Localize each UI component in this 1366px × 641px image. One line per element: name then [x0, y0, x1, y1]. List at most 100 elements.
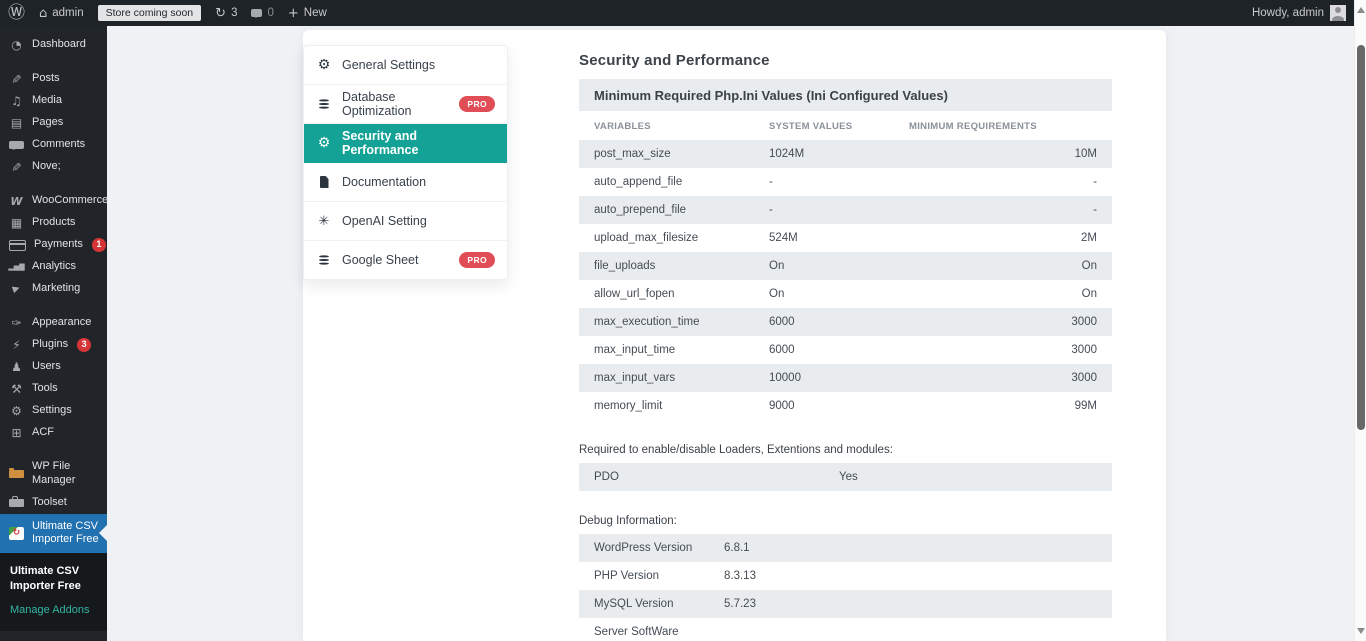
settings-tab[interactable]: OpenAI Setting	[304, 202, 507, 241]
sidebar-item-label: Products	[32, 216, 75, 230]
system-value: -	[769, 204, 909, 216]
wp-logo-menu[interactable]: Ⓦ	[8, 5, 25, 22]
debug-key: Server SoftWare	[594, 626, 724, 638]
table-row: max_input_time 6000 3000	[579, 336, 1112, 364]
sidebar-item[interactable]: Appearance	[0, 312, 107, 334]
settings-tabs: General Settings Database Optimization P…	[303, 45, 508, 280]
tab-label: General Settings	[342, 58, 435, 72]
wordpress-logo-icon: Ⓦ	[8, 5, 25, 22]
home-icon: ⌂	[39, 7, 47, 20]
comments-menu[interactable]: 0	[251, 7, 273, 19]
settings-tab[interactable]: Google Sheet PRO	[304, 241, 507, 279]
system-value: 524M	[769, 232, 909, 244]
pro-badge: PRO	[459, 96, 495, 112]
sidebar-item-label: WP File Manager	[32, 460, 101, 488]
sidebar-item-label: Payments	[34, 238, 83, 252]
system-value: 1024M	[769, 148, 909, 160]
tab-label: Google Sheet	[342, 253, 418, 267]
system-value: On	[769, 288, 909, 300]
col-variables: VARIABLES	[594, 121, 769, 132]
debug-key: MySQL Version	[594, 598, 724, 610]
loader-name: PDO	[594, 471, 839, 483]
dashboard-icon	[9, 39, 24, 51]
minimum-requirement: 3000	[909, 316, 1097, 328]
sidebar-item[interactable]: Users	[0, 356, 107, 378]
account-menu[interactable]: Howdy, admin	[1252, 5, 1346, 21]
col-system-values: SYSTEM VALUES	[769, 121, 909, 132]
sidebar-item[interactable]: WP File Manager	[0, 456, 107, 492]
sidebar-item[interactable]: Nove;	[0, 156, 107, 178]
sidebar-item[interactable]: Payments 1	[0, 234, 107, 256]
sidebar-item[interactable]: Pages	[0, 112, 107, 134]
phpini-table: post_max_size 1024M 10M auto_append_file…	[579, 140, 1112, 420]
users-icon	[9, 361, 24, 373]
scroll-up-arrow-icon[interactable]	[1357, 7, 1365, 13]
settings-tab[interactable]: Documentation	[304, 163, 507, 202]
coming-soon-label: Store coming soon	[98, 5, 202, 21]
sidebar-item[interactable]: Posts	[0, 68, 107, 90]
col-minimum-requirements: MINIMUM REQUIREMENTS	[909, 121, 1097, 132]
loaders-table: PDO Yes	[579, 463, 1112, 491]
sidebar-item-label: Analytics	[32, 260, 76, 274]
avatar	[1330, 5, 1346, 21]
sidebar-item[interactable]: Marketing	[0, 278, 107, 300]
page-scrollbar[interactable]	[1354, 0, 1366, 641]
sidebar-item[interactable]: Toolset	[0, 492, 107, 514]
security-performance-content: Security and Performance Minimum Require…	[579, 30, 1112, 641]
tab-label: OpenAI Setting	[342, 214, 427, 228]
debug-value: 8.3.13	[724, 570, 1097, 582]
table-row: upload_max_filesize 524M 2M	[579, 224, 1112, 252]
loader-value: Yes	[839, 471, 1097, 483]
comment-icon	[9, 141, 24, 149]
table-row: allow_url_fopen On On	[579, 280, 1112, 308]
sidebar-item[interactable]: Media	[0, 90, 107, 112]
sidebar-item-label: Ultimate CSV Importer Free	[32, 520, 101, 548]
site-name: admin	[52, 7, 83, 19]
woocommerce-icon	[9, 196, 24, 207]
sidebar-item[interactable]: Comments	[0, 134, 107, 156]
variable-name: auto_prepend_file	[594, 204, 769, 216]
settings-tab[interactable]: Database Optimization PRO	[304, 85, 507, 124]
loaders-section-label: Required to enable/disable Loaders, Exte…	[579, 444, 1112, 456]
site-menu[interactable]: ⌂ admin	[39, 7, 84, 20]
sidebar-menu: Dashboard Posts Media Pages	[0, 34, 107, 553]
sidebar-item[interactable]: ACF	[0, 422, 107, 444]
updates-menu[interactable]: ↻ 3	[215, 7, 237, 20]
variable-name: upload_max_filesize	[594, 232, 769, 244]
sidebar-item[interactable]: Analytics	[0, 256, 107, 278]
database-icon	[316, 103, 332, 105]
coming-soon-badge[interactable]: Store coming soon	[98, 5, 202, 21]
scrollbar-thumb[interactable]	[1357, 45, 1365, 430]
sidebar-item[interactable]: Products	[0, 212, 107, 234]
sidebar-item-label: WooCommerce	[32, 194, 108, 208]
submenu-item-manage-addons[interactable]: Manage Addons	[0, 598, 107, 622]
scroll-down-arrow-icon[interactable]	[1357, 628, 1365, 634]
settings-tab[interactable]: General Settings	[304, 46, 507, 85]
csv-importer-submenu: Ultimate CSV Importer Free Manage Addons	[0, 553, 107, 631]
minimum-requirement: On	[909, 288, 1097, 300]
sidebar-item[interactable]: Dashboard	[0, 34, 107, 56]
comment-bubble-icon	[251, 9, 262, 17]
comments-count: 0	[267, 7, 273, 19]
media-icon	[9, 95, 24, 107]
system-value: 6000	[769, 344, 909, 356]
settings-icon	[9, 405, 24, 417]
table-row: max_execution_time 6000 3000	[579, 308, 1112, 336]
variable-name: max_input_vars	[594, 372, 769, 384]
new-content-menu[interactable]: + New	[288, 7, 327, 20]
minimum-requirement: 10M	[909, 148, 1097, 160]
pushpin-icon	[9, 161, 24, 173]
table-row: PDO Yes	[579, 463, 1112, 491]
pages-icon	[9, 117, 24, 129]
sidebar-item[interactable]: Tools	[0, 378, 107, 400]
sidebar-item[interactable]: Plugins 3	[0, 334, 107, 356]
sidebar-item-label: Pages	[32, 116, 63, 130]
sidebar-item[interactable]: Settings	[0, 400, 107, 422]
sidebar-item-label: Posts	[32, 72, 60, 86]
sidebar-item-label: Settings	[32, 404, 72, 418]
submenu-item-csv-importer[interactable]: Ultimate CSV Importer Free	[0, 560, 107, 598]
sidebar-item[interactable]: Ultimate CSV Importer Free	[0, 514, 107, 554]
sidebar-item[interactable]: WooCommerce	[0, 190, 107, 212]
settings-tab[interactable]: Security and Performance	[304, 124, 507, 163]
updates-icon: ↻	[215, 7, 226, 20]
